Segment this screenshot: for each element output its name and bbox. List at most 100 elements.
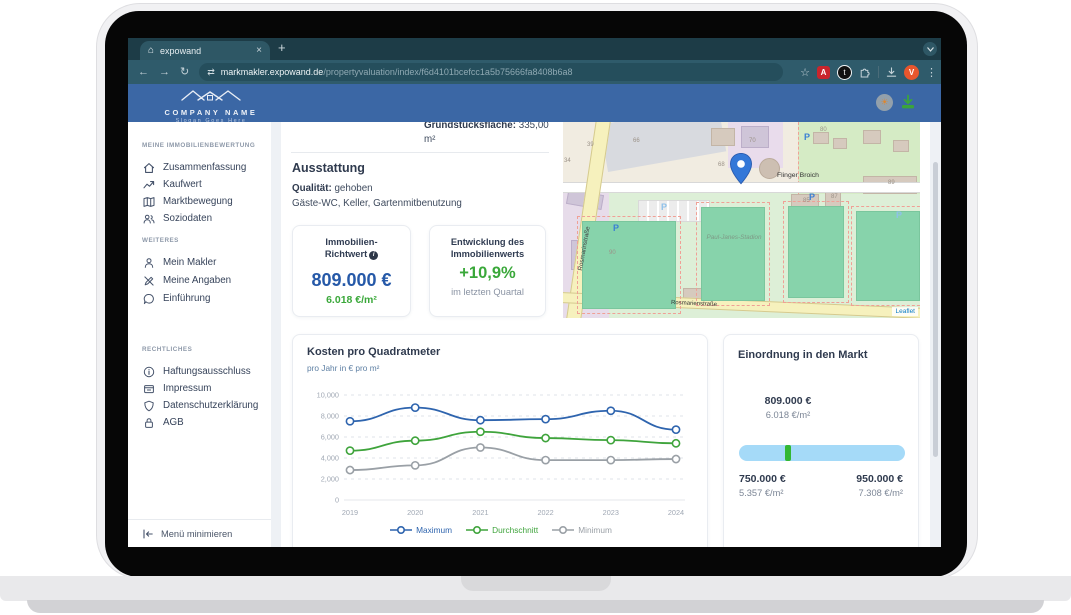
map-attribution[interactable]: Leaflet: [892, 307, 918, 316]
sidebar-item-zusammenfassung[interactable]: Zusammenfassung: [128, 159, 271, 176]
sidebar-item-label: AGB: [163, 417, 184, 428]
shield-icon: [143, 400, 155, 412]
tab-favicon-home-icon: ⌂: [148, 46, 154, 56]
entwicklung-card: Entwicklung des Immobilienwerts +10,9% i…: [429, 225, 546, 317]
company-logo[interactable]: COMPANY NAME Slogan Goes Here: [146, 87, 276, 124]
market-high-value: 950.000 €: [856, 473, 903, 485]
download-report-button[interactable]: [900, 94, 916, 115]
map-parking-icon: P: [613, 223, 619, 233]
market-high-per-sqm: 7.308 €/m²: [856, 488, 903, 498]
chart-title: Kosten pro Quadratmeter: [307, 346, 440, 358]
profile-avatar[interactable]: V: [904, 65, 919, 80]
entwicklung-title: Entwicklung des Immobilienwerts: [430, 236, 545, 260]
property-area-label: Grundstücksfläche:: [424, 122, 516, 131]
market-current-value: 809.000 €: [743, 395, 833, 407]
map-house-number: 87: [831, 194, 838, 200]
sidebar-item-mein-makler[interactable]: Mein Makler: [128, 254, 271, 271]
reload-icon[interactable]: ↻: [180, 67, 189, 78]
users-icon: [143, 213, 155, 225]
map-building: [741, 126, 769, 148]
laptop-base-notch: [461, 576, 611, 591]
sidebar-item-einfuehrung[interactable]: Einführung: [128, 290, 271, 307]
sidebar-item-label: Zusammenfassung: [163, 162, 246, 173]
legend-marker-icon: [390, 525, 412, 535]
market-high: 950.000 € 7.308 €/m²: [856, 473, 903, 498]
tab-close-icon[interactable]: ×: [256, 45, 262, 56]
extension-icon[interactable]: t: [837, 65, 852, 80]
theme-toggle-button[interactable]: ☀: [876, 94, 893, 111]
sidebar-item-impressum[interactable]: Impressum: [128, 380, 271, 397]
market-low: 750.000 € 5.357 €/m²: [739, 473, 786, 498]
map-building: [863, 130, 881, 144]
map-house-number: 89: [888, 180, 895, 186]
map-house-number: 90: [609, 250, 616, 256]
legend-item-durchschnitt[interactable]: Durchschnitt: [466, 525, 538, 535]
sidebar-item-kaufwert[interactable]: Kaufwert: [128, 176, 271, 193]
url-bar[interactable]: ⇄ markmakler.expowand.de /propertyvaluat…: [199, 63, 783, 81]
sidebar-item-label: Soziodaten: [163, 213, 212, 224]
browser-menu-dots-icon[interactable]: ⋮: [926, 66, 937, 79]
section-divider: [291, 152, 549, 153]
market-range-bar: [739, 445, 905, 461]
scene: ⌂ expowand × + ← → ↻ ⇄ markmakler.expowa…: [0, 0, 1071, 615]
page-scrollbar[interactable]: [933, 162, 938, 457]
browser-tab[interactable]: ⌂ expowand ×: [140, 41, 270, 60]
downloads-icon[interactable]: [886, 67, 897, 78]
map-pin-icon[interactable]: [730, 153, 752, 185]
laptop-base-edge: [27, 600, 1044, 613]
sidebar-item-agb[interactable]: AGB: [128, 414, 271, 431]
chat-bubble-icon: [143, 293, 155, 305]
bookmark-star-icon[interactable]: ☆: [800, 66, 810, 79]
forward-icon[interactable]: →: [159, 67, 170, 78]
map-parking-icon: P: [896, 210, 902, 220]
quality-label: Qualität:: [292, 183, 332, 194]
quality-line: Qualität: gehoben: [292, 183, 373, 194]
sidebar-item-meine-angaben[interactable]: Meine Angaben: [128, 272, 271, 289]
tab-search-chevron-button[interactable]: [923, 42, 937, 56]
sidebar-item-label: Datenschutzerklärung: [163, 400, 258, 411]
lock-icon: [143, 417, 155, 429]
legend-item-maximum[interactable]: Maximum: [390, 525, 452, 535]
market-low-per-sqm: 5.357 €/m²: [739, 488, 786, 498]
back-icon[interactable]: ←: [138, 67, 149, 78]
info-icon[interactable]: i: [369, 251, 378, 260]
market-title: Einordnung in den Markt: [738, 349, 868, 361]
sidebar-item-label: Meine Angaben: [163, 275, 231, 286]
map-house-number: 39: [587, 142, 594, 148]
sidebar-item-haftungsausschluss[interactable]: Haftungsausschluss: [128, 363, 271, 380]
map-stadium-pitch: [701, 207, 765, 301]
collapse-menu-button[interactable]: Menü minimieren: [128, 519, 271, 547]
chart-subtitle: pro Jahr in € pro m²: [307, 363, 379, 373]
legend-marker-icon: [552, 525, 574, 535]
rooftops-logo-icon: [180, 87, 242, 102]
sidebar-item-marktbewegung[interactable]: Marktbewegung: [128, 193, 271, 210]
map[interactable]: Flinger Broich Rosmarinstraße Rosmariens…: [563, 122, 920, 318]
sidebar-section-weiteres: WEITERES: [142, 237, 179, 244]
map-stadium-label: Paul-Janes-Stadion: [703, 234, 765, 242]
toolbar-divider: [878, 66, 879, 78]
line-chart[interactable]: 02,0004,0006,0008,00010,0002019202020212…: [293, 381, 709, 523]
company-name: COMPANY NAME: [146, 108, 276, 117]
adobe-extension-icon[interactable]: A: [817, 66, 830, 79]
site-info-icon[interactable]: ⇄: [207, 67, 215, 78]
sidebar: MEINE IMMOBILIENBEWERTUNG Zusammenfassun…: [128, 122, 271, 547]
home-icon: [143, 162, 155, 174]
svg-text:2019: 2019: [342, 508, 358, 517]
extensions-puzzle-icon[interactable]: [859, 66, 871, 78]
map-building: [813, 132, 829, 144]
sidebar-item-datenschutz[interactable]: Datenschutzerklärung: [128, 397, 271, 414]
richtwert-value: 809.000 €: [293, 270, 410, 291]
collapse-menu-label: Menü minimieren: [161, 529, 232, 539]
map-pitch: [582, 221, 676, 309]
legend-item-minimum[interactable]: Minimum: [552, 525, 612, 535]
svg-text:10,000: 10,000: [317, 391, 339, 400]
svg-text:2022: 2022: [537, 508, 553, 517]
features-line: Gäste-WC, Keller, Gartenmitbenutzung: [292, 198, 462, 209]
sidebar-item-label: Einführung: [163, 293, 210, 304]
new-tab-button[interactable]: +: [278, 40, 286, 55]
sidebar-item-label: Impressum: [163, 383, 211, 394]
tab-title: expowand: [160, 46, 252, 56]
sidebar-item-soziodaten[interactable]: Soziodaten: [128, 210, 271, 227]
map-street-label: Flinger Broich: [777, 172, 819, 179]
svg-text:2,000: 2,000: [321, 475, 339, 484]
